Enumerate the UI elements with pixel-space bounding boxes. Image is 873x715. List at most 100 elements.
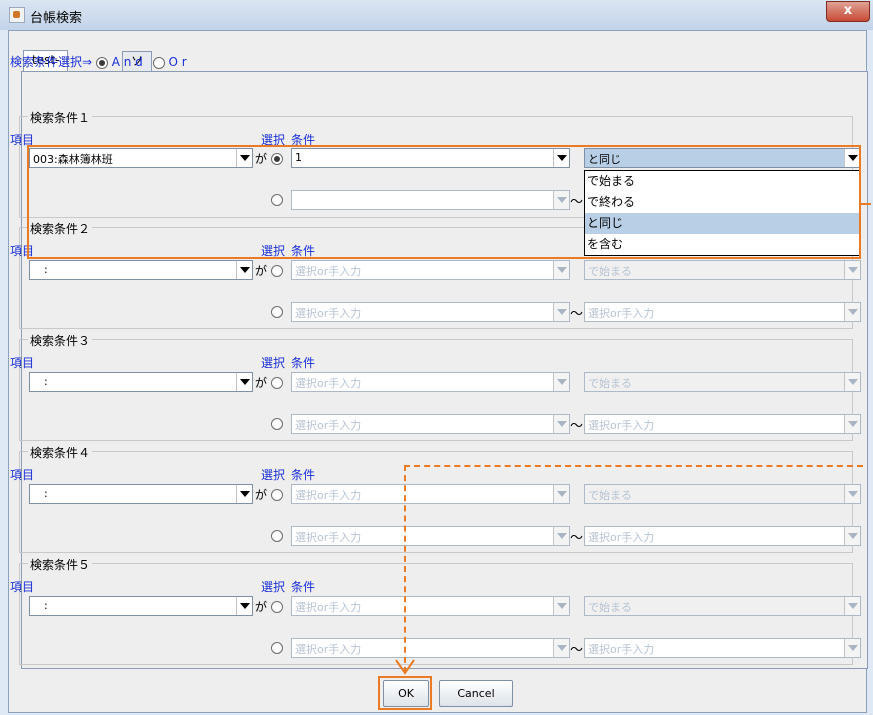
java-app-icon [9, 7, 25, 23]
range-combo-text: 選択or手入力 [588, 531, 655, 544]
item-combo-2[interactable]: : [29, 260, 253, 280]
operator-combo-value: で始まる [588, 489, 632, 502]
chevron-down-icon[interactable] [844, 373, 860, 391]
value-combo-4[interactable]: 選択or手入力 [291, 484, 570, 504]
chevron-down-icon[interactable] [553, 597, 569, 615]
or-radio[interactable] [152, 56, 165, 69]
cancel-button[interactable]: Cancel [439, 680, 513, 707]
operator-combo-5[interactable]: で始まる [584, 596, 861, 616]
value-radio-2[interactable] [271, 265, 283, 277]
range-combo-3b[interactable]: 選択or手入力 [584, 414, 861, 434]
operator-combo-value: で始まる [588, 265, 632, 278]
group-title: 検索条件３ [28, 332, 93, 349]
or-label: O r [168, 55, 187, 69]
value-combo-3[interactable]: 選択or手入力 [291, 372, 570, 392]
dialog-window: 台帳検索 x test-森林簿 ソート順 検索条件選択⇒ A n d O r 検… [0, 0, 873, 715]
range-radio-2[interactable] [271, 306, 283, 318]
chevron-down-icon[interactable] [553, 373, 569, 391]
chevron-down-icon[interactable] [844, 415, 860, 433]
and-radio[interactable] [95, 56, 108, 69]
value-combo-text: 選択or手入力 [295, 601, 362, 614]
ga-label: が [255, 376, 268, 390]
item-combo-4[interactable]: : [29, 484, 253, 504]
range-combo-text: 選択or手入力 [588, 643, 655, 656]
chevron-down-icon[interactable] [844, 261, 860, 279]
operator-combo-value: で始まる [588, 377, 632, 390]
operator-combo-3[interactable]: で始まる [584, 372, 861, 392]
combine-mode-label: 検索条件選択⇒ [10, 55, 93, 69]
condition-label: 条件 [291, 580, 316, 594]
ga-label: が [255, 488, 268, 502]
value-combo-5[interactable]: 選択or手入力 [291, 596, 570, 616]
condition-label: 条件 [291, 356, 316, 370]
range-combo-2b[interactable]: 選択or手入力 [584, 302, 861, 322]
chevron-down-icon[interactable] [236, 373, 252, 391]
select-label: 選択 [261, 580, 286, 594]
chevron-down-icon[interactable] [844, 597, 860, 615]
chevron-down-icon[interactable] [844, 639, 860, 657]
operator-combo-2[interactable]: で始まる [584, 260, 861, 280]
value-combo-text: 選択or手入力 [295, 265, 362, 278]
range-radio-3[interactable] [271, 418, 283, 430]
select-label: 選択 [261, 468, 286, 482]
operator-combo-value: で始まる [588, 601, 632, 614]
item-label: 項目 [10, 580, 35, 594]
range-combo-5b[interactable]: 選択or手入力 [584, 638, 861, 658]
range-combo-text: 選択or手入力 [295, 531, 362, 544]
range-radio-4[interactable] [271, 530, 283, 542]
chevron-down-icon[interactable] [553, 485, 569, 503]
chevron-down-icon[interactable] [553, 527, 569, 545]
condition-label: 条件 [291, 468, 316, 482]
item-combo-value: : [44, 599, 48, 612]
group-title: 検索条件５ [28, 556, 93, 573]
item-combo-5[interactable]: : [29, 596, 253, 616]
chevron-down-icon[interactable] [844, 485, 860, 503]
tilde-label: ～ [570, 643, 584, 658]
value-radio-3[interactable] [271, 377, 283, 389]
chevron-down-icon[interactable] [844, 303, 860, 321]
highlight-box-condition-1 [27, 145, 861, 259]
range-combo-text: 選択or手入力 [295, 643, 362, 656]
tilde-label: ～ [570, 307, 584, 322]
chevron-down-icon[interactable] [236, 261, 252, 279]
chevron-down-icon[interactable] [236, 485, 252, 503]
value-radio-5[interactable] [271, 601, 283, 613]
range-combo-2a[interactable]: 選択or手入力 [291, 302, 570, 322]
highlight-box-ok [378, 676, 432, 710]
arrow-down-icon [395, 659, 415, 675]
range-combo-text: 選択or手入力 [588, 307, 655, 320]
value-combo-text: 選択or手入力 [295, 489, 362, 502]
close-button[interactable]: x [826, 1, 870, 22]
item-combo-value: : [44, 263, 48, 276]
range-combo-text: 選択or手入力 [295, 307, 362, 320]
guide-line-horizontal [404, 465, 863, 467]
chevron-down-icon[interactable] [553, 639, 569, 657]
range-combo-text: 選択or手入力 [588, 419, 655, 432]
item-label: 項目 [10, 468, 35, 482]
range-combo-text: 選択or手入力 [295, 419, 362, 432]
ga-label: が [255, 264, 268, 278]
value-combo-2[interactable]: 選択or手入力 [291, 260, 570, 280]
item-combo-value: : [44, 487, 48, 500]
guide-line-stub [861, 203, 871, 205]
combine-mode-row: 検索条件選択⇒ A n d O r [10, 53, 187, 70]
range-combo-5a[interactable]: 選択or手入力 [291, 638, 570, 658]
guide-line-vertical [404, 465, 406, 673]
chevron-down-icon[interactable] [553, 415, 569, 433]
value-combo-text: 選択or手入力 [295, 377, 362, 390]
item-combo-3[interactable]: : [29, 372, 253, 392]
value-radio-4[interactable] [271, 489, 283, 501]
range-combo-4b[interactable]: 選択or手入力 [584, 526, 861, 546]
tilde-label: ～ [570, 531, 584, 546]
title-bar[interactable]: 台帳検索 x [0, 0, 873, 30]
group-title: 検索条件４ [28, 444, 93, 461]
range-combo-4a[interactable]: 選択or手入力 [291, 526, 570, 546]
chevron-down-icon[interactable] [236, 597, 252, 615]
operator-combo-4[interactable]: で始まる [584, 484, 861, 504]
chevron-down-icon[interactable] [553, 303, 569, 321]
range-radio-5[interactable] [271, 642, 283, 654]
chevron-down-icon[interactable] [844, 527, 860, 545]
select-label: 選択 [261, 356, 286, 370]
chevron-down-icon[interactable] [553, 261, 569, 279]
range-combo-3a[interactable]: 選択or手入力 [291, 414, 570, 434]
